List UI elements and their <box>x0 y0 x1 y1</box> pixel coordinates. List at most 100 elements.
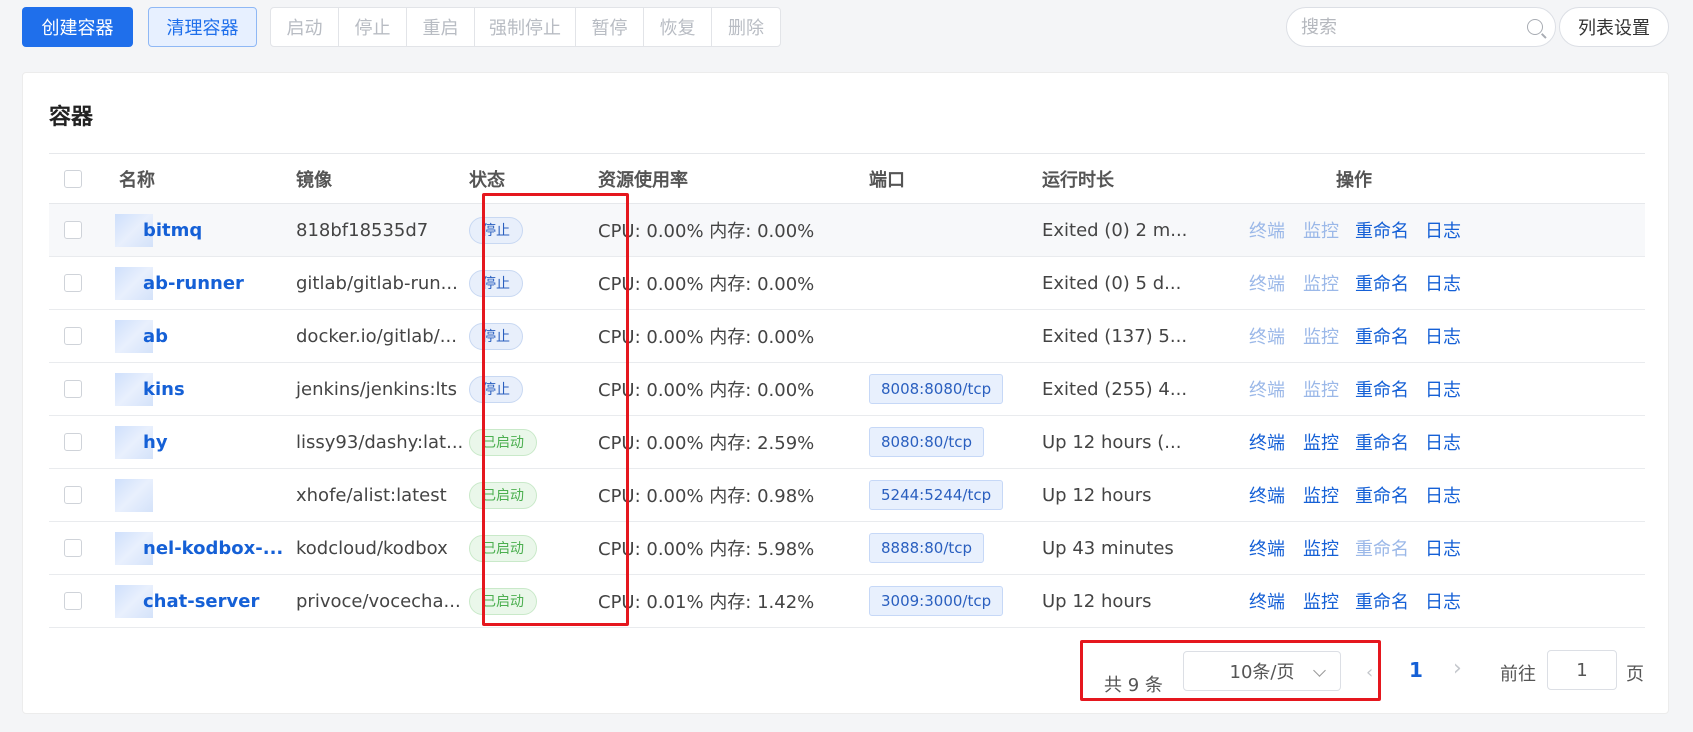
terminal-link[interactable]: 终端 <box>1249 416 1285 468</box>
monitor-link[interactable]: 监控 <box>1303 204 1339 256</box>
rename-link[interactable]: 重命名 <box>1355 363 1409 415</box>
port-tag[interactable]: 5244:5244/tcp <box>869 480 1004 510</box>
goto-page-input[interactable]: 1 <box>1547 650 1617 690</box>
toolbar-action-button[interactable]: 删除 <box>712 8 780 46</box>
row-checkbox[interactable] <box>64 592 82 610</box>
row-checkbox[interactable] <box>64 274 82 292</box>
uptime-text: Exited (0) 2 m... <box>1042 219 1188 241</box>
terminal-link[interactable]: 终端 <box>1249 257 1285 309</box>
container-name-link[interactable]: ab-runner <box>143 273 244 294</box>
container-name-link[interactable]: bitmq <box>143 220 202 241</box>
row-checkbox[interactable] <box>64 327 82 345</box>
uptime-text: Exited (0) 5 d... <box>1042 272 1182 294</box>
search-box[interactable] <box>1286 7 1556 47</box>
toolbar-action-button[interactable]: 强制停止 <box>475 8 576 46</box>
table-row: bitmq 818bf18535d7 停止 CPU: 0.00% 内存: 0.00% E… <box>49 204 1645 257</box>
resource-usage: CPU: 0.00% 内存: 0.00% <box>598 221 815 242</box>
resource-usage: CPU: 0.00% 内存: 5.98% <box>598 539 815 560</box>
monitor-link[interactable]: 监控 <box>1303 363 1339 415</box>
port-tag[interactable]: 8008:8080/tcp <box>869 374 1004 404</box>
image-name: xhofe/alist:latest <box>296 484 447 506</box>
page-number-current[interactable]: 1 <box>1409 658 1423 682</box>
table-row: hy lissy93/dashy:lat... 已启动 CPU: 0.00% 内存: … <box>49 416 1645 469</box>
monitor-link[interactable]: 监控 <box>1303 469 1339 521</box>
toolbar-action-button[interactable]: 重启 <box>407 8 475 46</box>
logs-link[interactable]: 日志 <box>1425 522 1461 574</box>
header-actions: 操作 <box>1336 169 1372 191</box>
goto-label: 前往 <box>1500 664 1536 685</box>
container-name-link[interactable]: hy <box>143 432 168 453</box>
uptime-text: Exited (255) 4... <box>1042 378 1188 400</box>
uptime-text: Exited (137) 5... <box>1042 325 1188 347</box>
monitor-link[interactable]: 监控 <box>1303 522 1339 574</box>
page-size-select[interactable]: 10条/页 <box>1183 651 1341 691</box>
row-checkbox[interactable] <box>64 539 82 557</box>
container-name-link[interactable]: chat-server <box>143 591 259 612</box>
container-name-link[interactable]: nel-kodbox-... <box>143 538 283 559</box>
redacted-mask <box>115 479 153 512</box>
monitor-link[interactable]: 监控 <box>1303 310 1339 362</box>
toolbar-action-button[interactable]: 暂停 <box>576 8 644 46</box>
table-row: ab docker.io/gitlab/... 停止 CPU: 0.00% 内存: 0… <box>49 310 1645 363</box>
search-input[interactable] <box>1301 16 1527 38</box>
monitor-link[interactable]: 监控 <box>1303 575 1339 627</box>
rename-link[interactable]: 重命名 <box>1355 469 1409 521</box>
monitor-link[interactable]: 监控 <box>1303 257 1339 309</box>
resource-usage: CPU: 0.00% 内存: 0.00% <box>598 327 815 348</box>
rename-link[interactable]: 重命名 <box>1355 416 1409 468</box>
logs-link[interactable]: 日志 <box>1425 257 1461 309</box>
rename-link[interactable]: 重命名 <box>1355 257 1409 309</box>
port-tag[interactable]: 8888:80/tcp <box>869 533 985 563</box>
image-name: privoce/vocecha... <box>296 590 461 612</box>
monitor-link[interactable]: 监控 <box>1303 416 1339 468</box>
pagination-total: 共 9 条 <box>1104 675 1163 696</box>
table-header: 名称 镜像 状态 资源使用率 端口 运行时长 操作 <box>49 154 1645 204</box>
toolbar-action-button[interactable]: 停止 <box>339 8 407 46</box>
terminal-link[interactable]: 终端 <box>1249 469 1285 521</box>
list-settings-button[interactable]: 列表设置 <box>1559 7 1669 47</box>
next-page-icon[interactable]: › <box>1453 656 1462 681</box>
resource-usage: CPU: 0.01% 内存: 1.42% <box>598 592 815 613</box>
logs-link[interactable]: 日志 <box>1425 363 1461 415</box>
terminal-link[interactable]: 终端 <box>1249 575 1285 627</box>
table-row: chat-server privoce/vocecha... 已启动 CPU: 0.0… <box>49 575 1645 628</box>
port-tag[interactable]: 8080:80/tcp <box>869 427 985 457</box>
rename-link[interactable]: 重命名 <box>1355 310 1409 362</box>
terminal-link[interactable]: 终端 <box>1249 522 1285 574</box>
prev-page-icon[interactable]: ‹ <box>1366 662 1373 683</box>
select-all-checkbox[interactable] <box>64 169 82 188</box>
uptime-text: Up 43 minutes <box>1042 537 1174 559</box>
uptime-text: Up 12 hours (... <box>1042 431 1182 453</box>
container-card: 容器 名称 镜像 状态 资源使用率 端口 运行时长 操作 bitmq 818bf1… <box>22 72 1669 714</box>
clean-container-button[interactable]: 清理容器 <box>148 7 257 47</box>
rename-link[interactable]: 重命名 <box>1355 204 1409 256</box>
table-body: bitmq 818bf18535d7 停止 CPU: 0.00% 内存: 0.00% E… <box>49 204 1645 628</box>
table-row: ab-runner gitlab/gitlab-run... 停止 CPU: 0.00… <box>49 257 1645 310</box>
logs-link[interactable]: 日志 <box>1425 204 1461 256</box>
container-name-link[interactable]: ab <box>143 326 168 347</box>
logs-link[interactable]: 日志 <box>1425 575 1461 627</box>
toolbar-action-button[interactable]: 启动 <box>271 8 339 46</box>
row-checkbox[interactable] <box>64 221 82 239</box>
row-checkbox[interactable] <box>64 380 82 398</box>
uptime-text: Up 12 hours <box>1042 590 1152 612</box>
toolbar-action-button[interactable]: 恢复 <box>644 8 712 46</box>
terminal-link[interactable]: 终端 <box>1249 204 1285 256</box>
row-checkbox[interactable] <box>64 486 82 504</box>
logs-link[interactable]: 日志 <box>1425 416 1461 468</box>
container-name-link[interactable]: kins <box>143 379 185 400</box>
terminal-link[interactable]: 终端 <box>1249 363 1285 415</box>
create-container-button[interactable]: 创建容器 <box>22 7 133 47</box>
rename-link[interactable]: 重命名 <box>1355 575 1409 627</box>
port-tag[interactable]: 3009:3000/tcp <box>869 586 1004 616</box>
terminal-link[interactable]: 终端 <box>1249 310 1285 362</box>
status-column-highlight <box>482 193 629 626</box>
logs-link[interactable]: 日志 <box>1425 469 1461 521</box>
row-checkbox[interactable] <box>64 433 82 451</box>
rename-link[interactable]: 重命名 <box>1355 522 1409 574</box>
table-row: nel-kodbox-... kodcloud/kodbox 已启动 CPU: 0.0… <box>49 522 1645 575</box>
search-icon[interactable] <box>1527 19 1543 35</box>
container-table: 名称 镜像 状态 资源使用率 端口 运行时长 操作 bitmq 818bf1853… <box>49 153 1645 628</box>
logs-link[interactable]: 日志 <box>1425 310 1461 362</box>
container-action-group: 启动 停止 重启 强制停止 暂停 恢复 删除 <box>270 7 781 47</box>
